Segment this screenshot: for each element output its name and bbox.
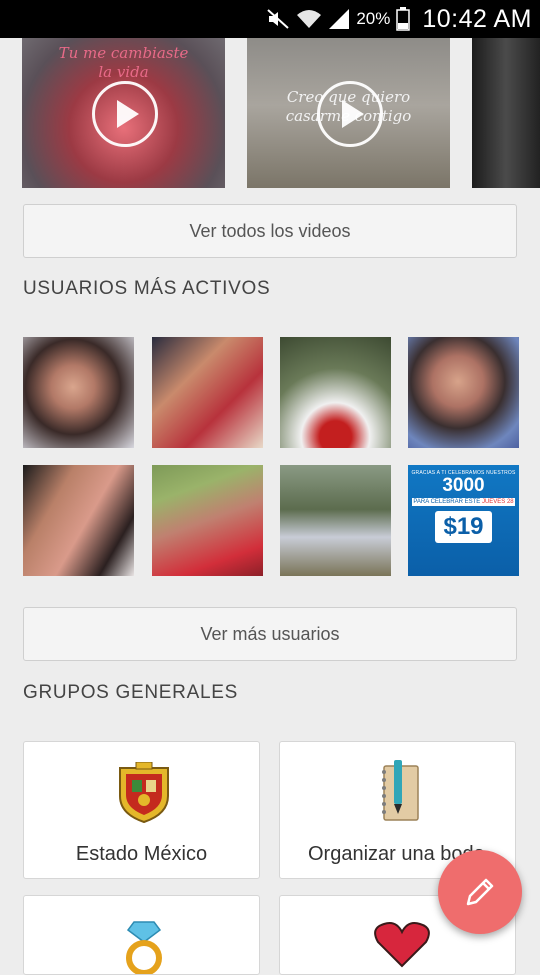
view-all-videos-button[interactable]: Ver todos los videos (23, 204, 517, 258)
promo-number: 3000 (442, 475, 485, 496)
active-users-title: USUARIOS MÁS ACTIVOS (23, 278, 271, 299)
clock: 10:42 AM (422, 4, 532, 33)
video-thumbnail[interactable] (472, 38, 540, 188)
heart-icon (372, 920, 432, 974)
promo-line: PARA CELEBRAR ESTE (413, 499, 481, 505)
user-avatar[interactable] (23, 465, 134, 576)
user-avatar[interactable] (152, 337, 263, 448)
video-thumbnail[interactable]: Creo que quiero casarme contigo (247, 38, 450, 188)
group-card[interactable] (23, 895, 260, 975)
general-groups-title: GRUPOS GENERALES (23, 682, 238, 703)
compose-fab-button[interactable] (438, 850, 522, 934)
coat-of-arms-icon (116, 761, 172, 829)
notebook-pen-icon (376, 760, 422, 831)
promo-day: JUEVES 28 (481, 499, 514, 505)
mute-icon (266, 8, 290, 30)
battery-icon (396, 7, 411, 31)
play-icon[interactable] (91, 81, 158, 147)
video-caption: Tu me cambiaste (58, 44, 189, 62)
diamond-ring-icon (122, 916, 166, 974)
battery-percent: 20% (356, 9, 391, 28)
status-bar: 20% 10:42 AM (0, 0, 540, 38)
video-caption: la vida (98, 63, 149, 81)
user-avatar[interactable] (280, 465, 391, 576)
user-avatar[interactable] (152, 465, 263, 576)
play-icon[interactable] (316, 81, 383, 147)
pencil-icon (464, 876, 496, 908)
user-avatar[interactable] (23, 337, 134, 448)
user-avatar-promo[interactable]: GRACIAS A TI CELEBRAMOS NUESTROS 3000 PA… (408, 465, 519, 576)
video-thumbnail[interactable]: Tu me cambiaste la vida (22, 38, 225, 188)
signal-icon (328, 8, 350, 30)
video-carousel[interactable]: Tu me cambiaste la vida Creo que quiero … (0, 38, 540, 188)
user-avatar[interactable] (408, 337, 519, 448)
promo-price: $19 (435, 511, 492, 543)
user-avatar[interactable] (280, 337, 391, 448)
wifi-icon (296, 8, 322, 30)
view-more-users-button[interactable]: Ver más usuarios (23, 607, 517, 661)
group-label: Estado México (75, 843, 208, 865)
group-card-estado-mexico[interactable]: Estado México (23, 741, 260, 879)
